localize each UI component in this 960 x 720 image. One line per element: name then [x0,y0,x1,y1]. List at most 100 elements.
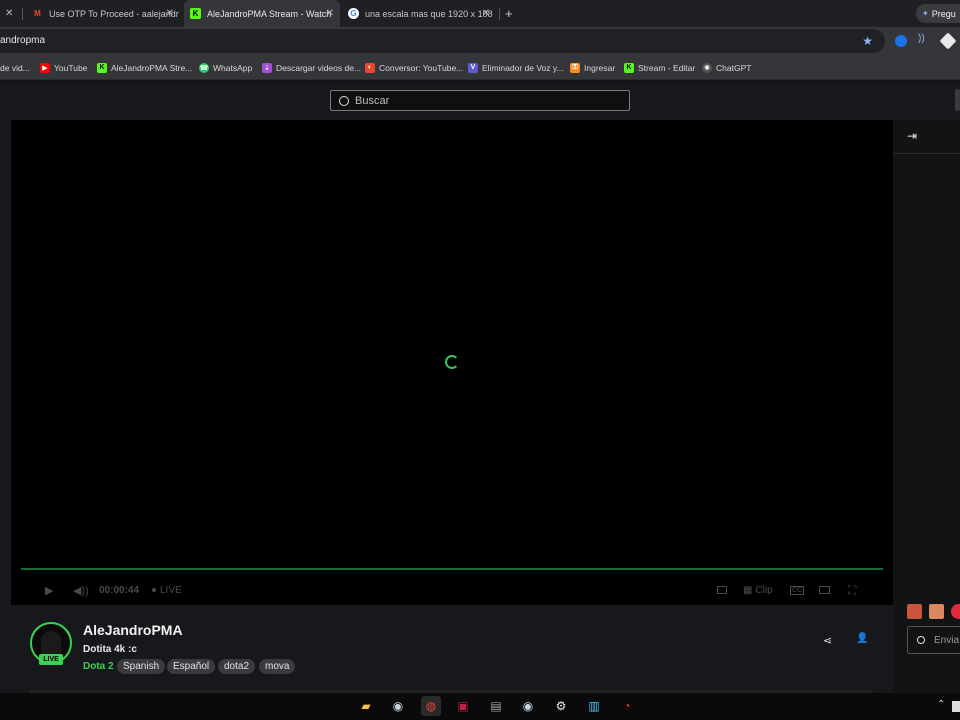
ask-button-label: Pregu [931,8,956,19]
close-tab-icon[interactable]: ✕ [326,0,334,27]
emote-icon[interactable] [951,604,960,619]
volume-icon[interactable]: ◀)) [73,575,89,605]
captions-button[interactable]: CC [790,575,805,605]
chat-header: ⇥ [893,120,960,154]
bookmark-label: Eliminador de Voz y... [482,62,564,73]
stream-tag[interactable]: Español [167,659,216,674]
address-text: andropma [0,35,46,46]
app-icon[interactable]: ▤ [486,696,506,716]
converter-icon: ◐ [365,62,375,73]
emote-icon[interactable] [907,604,922,619]
bookmark-item[interactable]: K AleJandroPMA Stre... [97,55,192,80]
bookmark-star-icon[interactable]: ★ [862,29,873,53]
shield-icon [917,636,925,644]
clip-button[interactable]: ▦ Clip [743,575,773,605]
chrome-icon[interactable]: ◍ [421,696,441,716]
settings-gear-icon[interactable]: ⚙ [551,696,571,716]
live-badge: LIVE [39,654,63,665]
tab-title: Use OTP To Proceed - aalejandr [49,8,179,19]
time-display: 00:00:44 [99,584,140,596]
miniplayer-icon[interactable] [717,575,727,605]
follow-user-icon[interactable]: 👤 [856,633,868,644]
bookmark-label: WhatsApp [213,62,253,73]
address-bar[interactable]: andropma ★ [0,29,885,53]
kick-icon: K [624,62,634,73]
chat-input[interactable]: Envia [907,626,960,654]
chatgpt-icon: ✺ [702,62,712,73]
bookmark-label: Ingresar [584,62,616,73]
kick-icon: K [190,8,201,19]
stream-category[interactable]: Dota 2 [83,661,114,672]
fullscreen-icon[interactable]: ⛶ [848,575,856,605]
file-explorer-icon[interactable]: ▰ [356,696,376,716]
close-tab-icon[interactable]: ✕ [5,0,13,27]
bookmark-item[interactable]: V Eliminador de Voz y... [468,55,564,80]
stream-title: Dotita 4k :c [83,644,137,655]
bookmark-label: AleJandroPMA Stre... [111,62,193,73]
stream-tag[interactable]: mova [259,659,296,674]
bookmark-item[interactable]: ⇣ Descargar videos de... [262,55,361,80]
live-label: LIVE [160,584,182,596]
kick-icon: K [97,62,107,73]
live-indicator[interactable]: LIVE [152,575,182,605]
live-dot-icon [152,588,156,592]
play-icon[interactable]: ▶ [45,575,53,605]
bookmark-item[interactable]: K Stream - Editar [624,55,695,80]
app-icon[interactable]: ◔ [617,696,637,716]
player-controls: ▶ ◀)) 00:00:44 LIVE ▦ Clip CC ⛶ [11,575,893,605]
youtube-icon: ▶ [40,62,50,73]
search-input[interactable]: Buscar [330,90,630,111]
tab-gmail[interactable]: M Use OTP To Proceed - aalejandr ✕ [30,0,180,27]
clip-icon: ▦ [743,584,753,596]
theater-mode-icon[interactable] [819,575,830,605]
ask-button[interactable]: ✦ Pregu [916,4,960,23]
login-icon: ⚿ [570,62,580,73]
chat-panel: ⇥ Envia [893,120,960,693]
gmail-icon: M [34,9,41,18]
emote-icon[interactable] [929,604,944,619]
bookmark-item[interactable]: ✺ ChatGPT [702,55,751,80]
progress-bar[interactable] [21,568,883,570]
app-icon[interactable]: ▥ [584,696,604,716]
search-icon [339,95,349,106]
extension-shazam-icon[interactable] [895,35,907,47]
steam-icon[interactable]: ◉ [518,696,538,716]
share-icon[interactable]: ⋖ [823,634,832,647]
bookmarks-bar: de vid... ▶ YouTube K AleJandroPMA Stre...… [0,55,960,80]
bookmark-item[interactable]: de vid... [0,55,30,80]
bookmark-label: de vid... [0,62,30,73]
streamer-name[interactable]: AleJandroPMA [83,622,183,638]
bookmark-label: Descargar videos de... [276,62,362,73]
download-icon: ⇣ [262,62,272,73]
tab-separator [22,8,23,20]
tray-app-icon[interactable] [952,701,960,712]
extension-audio-icon[interactable]: )) [918,33,925,44]
collapse-chat-icon[interactable]: ⇥ [907,129,917,143]
bookmark-item[interactable]: ⚿ Ingresar [570,55,615,80]
tab-kick-stream[interactable]: K AleJandroPMA Stream - Watch ✕ [184,0,340,27]
new-tab-button[interactable]: + [505,0,513,27]
stream-tag[interactable]: dota2 [218,659,256,674]
bookmark-item[interactable]: ☎ WhatsApp [199,55,252,80]
tray-chevron-up-icon[interactable]: ⌃ [937,699,945,710]
stream-tag[interactable]: Spanish [117,659,166,674]
video-player[interactable]: ▶ ◀)) 00:00:44 LIVE ▦ Clip CC ⛶ [11,120,893,605]
loading-spinner-icon [445,355,459,369]
search-placeholder: Buscar [355,94,390,107]
os-taskbar: ▰ ◉ ◍ ▣ ▤ ◉ ⚙ ▥ ◔ ⌃ [0,693,960,720]
bookmark-item[interactable]: ▶ YouTube [40,55,87,80]
steam-icon[interactable]: ◉ [388,696,408,716]
extension-puzzle-icon[interactable] [939,32,957,50]
scrollbar-thumb[interactable] [955,89,960,111]
kick-page: Buscar ▶ ◀)) 00:00:44 LIVE ▦ Clip CC ⛶ ⇥ … [0,81,960,693]
clip-label: Clip [755,584,773,596]
sparkle-icon: ✦ [922,9,929,18]
close-tab-icon[interactable]: ✕ [482,0,490,27]
bookmark-item[interactable]: ◐ Conversor: YouTube... [365,55,463,80]
close-tab-icon[interactable]: ✕ [166,0,174,27]
captions-label: CC [790,585,805,595]
tab-google-search[interactable]: G una escala mas que 1920 x 108 ✕ [344,0,496,27]
app-icon[interactable]: ▣ [453,696,473,716]
bookmark-label: ChatGPT [716,62,752,73]
bookmark-label: YouTube [54,62,88,73]
